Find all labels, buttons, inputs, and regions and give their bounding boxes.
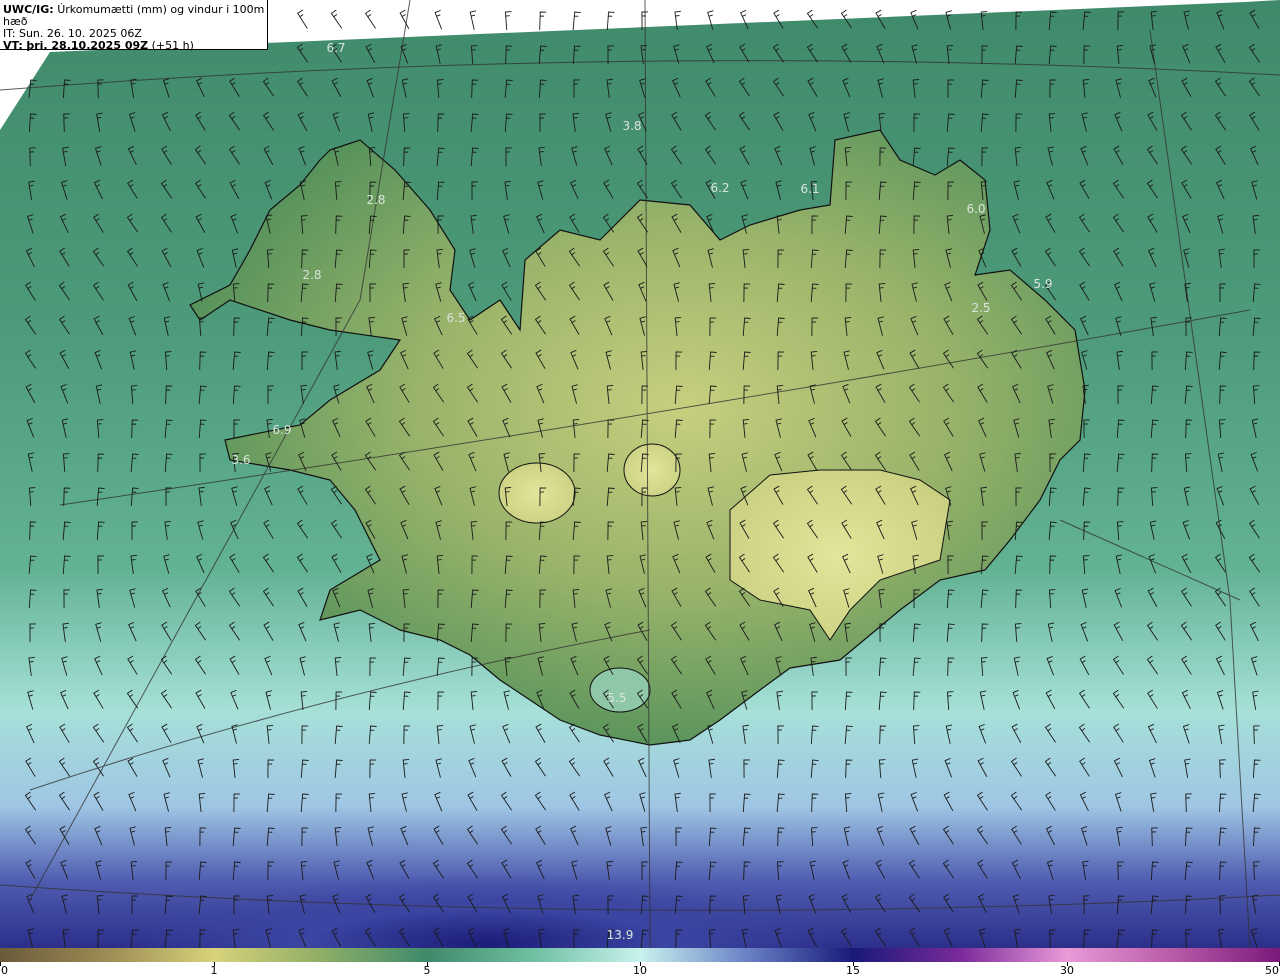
glacier-langjokull: [498, 462, 576, 524]
title-line: UWC/IG: Úrkomumætti (mm) og vindur i 100…: [3, 4, 267, 28]
colorbar-ticks: 0 1 5 10 15 30 50: [0, 962, 1280, 978]
valid-time-line: VT: þri. 28.10.2025 09Z (+51 h): [3, 40, 267, 52]
value-label: 6.5: [446, 311, 466, 325]
colorbar-tick-label: 5: [423, 964, 431, 977]
colorbar-segment: [214, 948, 427, 962]
map-title-box: UWC/IG: Úrkomumætti (mm) og vindur i 100…: [0, 0, 268, 52]
colorbar-tick-label: 50: [1265, 964, 1279, 977]
colorbar-segment: [1067, 948, 1280, 962]
colorbar-tick-label: 0: [1, 964, 8, 977]
value-label: 3.8: [622, 119, 642, 133]
value-label: 6.9: [272, 423, 292, 437]
colorbar-segment: [0, 948, 214, 962]
precipitation-map[interactable]: 6.7 3.8 6.2 6.1 6.0 5.9 2.8 2.8 6.5 2.5 …: [0, 0, 1280, 948]
value-label: 6.7: [326, 41, 346, 55]
colorbar-segment: [853, 948, 1067, 962]
valid-time: þri. 28.10.2025 09Z: [26, 39, 149, 52]
glacier-myrdalsjokull: [589, 667, 651, 713]
map-canvas: [0, 0, 1280, 948]
colorbar-tick-label: 10: [633, 964, 647, 977]
value-label: 3.6: [231, 453, 251, 467]
forecast-hour: (+51 h): [151, 39, 194, 52]
value-label: 6.2: [710, 181, 730, 195]
value-label: 2.5: [971, 301, 991, 315]
value-label: 5.9: [1033, 277, 1053, 291]
value-label: 13.9: [606, 928, 634, 942]
colorbar-segment: [640, 948, 853, 962]
value-label: 2.8: [302, 268, 322, 282]
colorbar-tick-label: 15: [846, 964, 860, 977]
value-label: 6.0: [966, 202, 986, 216]
glacier-hofsjokull: [623, 443, 681, 497]
value-label: 5.5: [607, 691, 627, 705]
colorbar-segment: [427, 948, 640, 962]
colorbar-tick-label: 30: [1060, 964, 1074, 977]
value-label: 2.8: [366, 193, 386, 207]
value-label: 6.1: [800, 182, 820, 196]
colorbar-tick-label: 1: [210, 964, 218, 977]
colorbar: [0, 948, 1280, 962]
valid-prefix: VT:: [3, 39, 23, 52]
